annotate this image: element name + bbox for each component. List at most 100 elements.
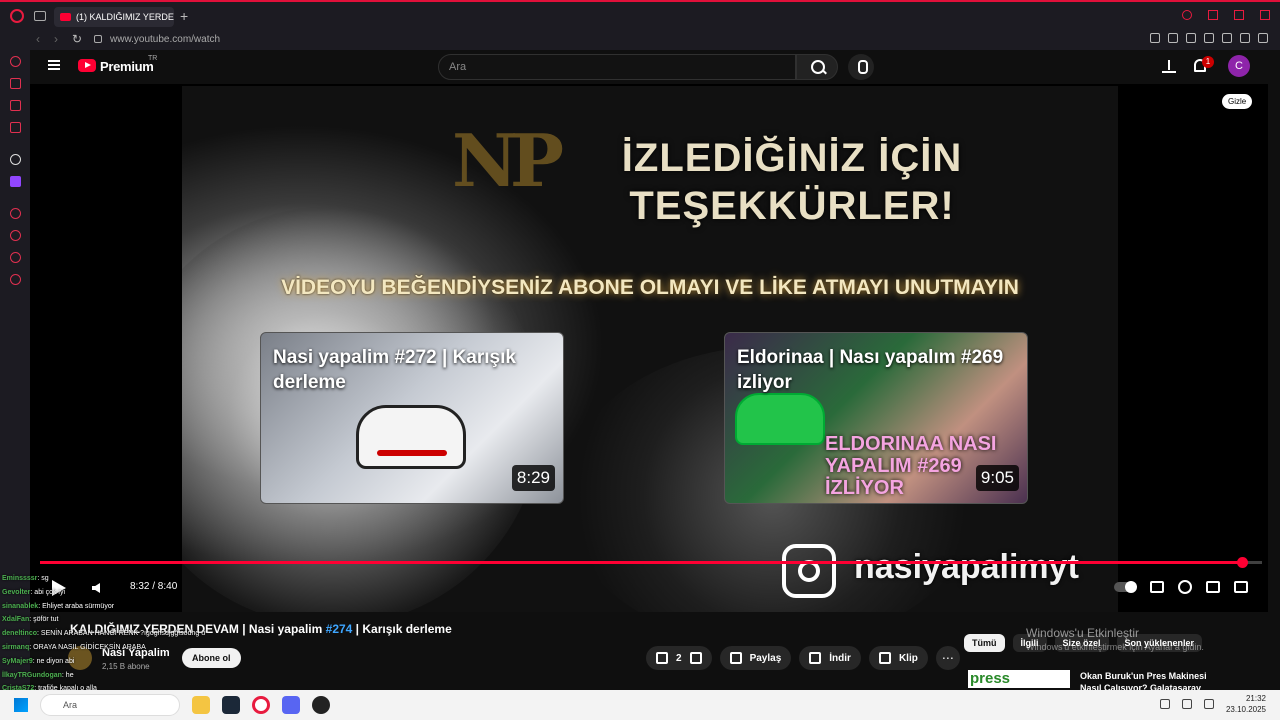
- network-icon[interactable]: [1181, 699, 1192, 709]
- video-player[interactable]: NP İZLEDİĞİNİZ İÇİN TEŞEKKÜRLER! VİDEOYU…: [30, 84, 1268, 612]
- chat-message: İlkayTRGundogan: he: [2, 669, 282, 683]
- voice-search-button[interactable]: [848, 54, 874, 80]
- stream-chat-overlay: Eminssssr: sg Gevolter: abi çok iyi sinana…: [2, 572, 282, 696]
- clip-button[interactable]: Klip: [868, 646, 928, 670]
- workspace-icon[interactable]: [34, 11, 46, 21]
- chat-text: : sg: [37, 575, 49, 582]
- autoplay-toggle[interactable]: [1114, 581, 1137, 593]
- hide-endcards-button[interactable]: Gizle: [1222, 94, 1253, 109]
- heart-icon[interactable]: [1222, 33, 1232, 43]
- thumbnail-text: press makinesi: [970, 670, 1011, 687]
- chip-all[interactable]: Tümü: [964, 634, 1005, 652]
- lock-icon: [94, 35, 102, 43]
- forward-button[interactable]: ›: [54, 32, 58, 46]
- download-button[interactable]: İndir: [799, 646, 861, 670]
- url-field[interactable]: www.youtube.com/watch: [110, 34, 220, 45]
- tab-search-icon[interactable]: [1182, 10, 1192, 20]
- clock[interactable]: 21:32 23.10.2025: [1226, 693, 1266, 715]
- video-frame[interactable]: NP İZLEDİĞİNİZ İÇİN TEŞEKKÜRLER! VİDEOYU…: [182, 86, 1118, 612]
- download-label: İndir: [829, 652, 851, 664]
- snapshot-icon[interactable]: [1168, 33, 1178, 43]
- extensions-icon[interactable]: [10, 252, 21, 263]
- brand-label[interactable]: Premium: [100, 59, 154, 74]
- progress-knob[interactable]: [1237, 557, 1249, 568]
- music-icon[interactable]: [10, 154, 21, 165]
- account-avatar[interactable]: C: [1228, 55, 1250, 77]
- chat-message: deneltinco: SENİN ARABAN HANGİ RENK ?ıgo…: [2, 627, 282, 641]
- chat-message: Eminssssr: sg: [2, 572, 282, 586]
- chat-message: sinanablek: Ehliyet araba sürmüyor: [2, 600, 282, 614]
- back-button[interactable]: ‹: [36, 32, 40, 46]
- progress-bar[interactable]: [40, 557, 1262, 568]
- opera-icon[interactable]: [252, 696, 270, 714]
- thumbs-up-icon: [656, 652, 668, 664]
- chat-text: : Ehliyet araba sürmüyor: [38, 602, 115, 610]
- chat-username: XdalFan: [2, 616, 30, 624]
- share-label: Paylaş: [749, 652, 782, 664]
- twitch-icon[interactable]: [10, 176, 21, 187]
- start-button-icon[interactable]: [14, 698, 28, 712]
- history-icon[interactable]: [10, 230, 21, 241]
- pin-icon[interactable]: [1150, 33, 1160, 43]
- thumbs-down-icon[interactable]: [689, 652, 702, 664]
- menu-icon[interactable]: [1258, 33, 1268, 43]
- endcard-video-2[interactable]: ELDORINAA NASI YAPALIM #269 İZLİYOR Eldo…: [724, 332, 1028, 504]
- settings-icon[interactable]: [10, 274, 21, 285]
- clock-time: 21:32: [1245, 694, 1266, 703]
- volume-tray-icon[interactable]: [1203, 699, 1214, 709]
- aria-icon[interactable]: [10, 56, 21, 67]
- fullscreen-icon[interactable]: [1234, 581, 1248, 593]
- thanks-text: İZLEDİĞİNİZ İÇİN TEŞEKKÜRLER!: [621, 136, 963, 228]
- subtitles-icon[interactable]: [1150, 581, 1164, 593]
- new-tab-button[interactable]: +: [180, 9, 188, 23]
- search-button[interactable]: [796, 54, 838, 80]
- player-sidebar-icon[interactable]: [10, 208, 21, 219]
- opera-logo-icon[interactable]: [10, 9, 24, 23]
- speed-dial-icon[interactable]: [10, 78, 21, 89]
- clock-date: 23.10.2025: [1225, 705, 1266, 714]
- minimize-button[interactable]: [1208, 10, 1218, 20]
- reload-button[interactable]: ↻: [72, 32, 82, 46]
- download-icon: [809, 652, 822, 664]
- vpn-icon[interactable]: [1186, 33, 1196, 43]
- system-tray: 21:32 23.10.2025: [1159, 693, 1266, 715]
- chat-username: sinanablek: [2, 602, 39, 610]
- more-actions-button[interactable]: ⋯: [935, 646, 960, 670]
- steam-icon[interactable]: [222, 696, 240, 714]
- youtube-logo-icon[interactable]: [78, 59, 96, 72]
- discord-icon[interactable]: [282, 696, 300, 714]
- notification-badge: 1: [1202, 56, 1214, 68]
- profile-icon[interactable]: [1240, 33, 1250, 43]
- player-icon[interactable]: [1204, 33, 1214, 43]
- progress-fill: [40, 561, 1243, 564]
- windows-activate-title: Windows'u Etkinleştir: [1026, 626, 1139, 640]
- search-input[interactable]: [439, 55, 795, 79]
- miniplayer-icon[interactable]: [1206, 581, 1220, 593]
- recommended-thumbnail[interactable]: press makinesi: [968, 670, 1070, 688]
- window-controls: [1182, 10, 1270, 20]
- menu-hamburger-icon[interactable]: [48, 60, 60, 70]
- instagram-icon[interactable]: [10, 122, 21, 133]
- chat-username: deneltinco: [2, 630, 38, 638]
- tab-youtube[interactable]: (1) KALDIĞIMIZ YERDEN D: [54, 7, 174, 27]
- scissors-icon: [878, 652, 891, 664]
- close-button[interactable]: [1260, 10, 1270, 20]
- tab-title: (1) KALDIĞIMIZ YERDEN D: [76, 12, 174, 22]
- address-bar-tools: [1150, 33, 1268, 43]
- messenger-icon[interactable]: [10, 100, 21, 111]
- like-button[interactable]: 2: [646, 646, 712, 670]
- maximize-button[interactable]: [1234, 10, 1244, 20]
- hashtag-link[interactable]: #274: [326, 622, 353, 636]
- endcard-title: Nasi yapalim #272 | Karışık derleme: [273, 347, 516, 393]
- chevron-up-icon[interactable]: [1159, 699, 1170, 709]
- upload-icon[interactable]: [1162, 58, 1176, 74]
- file-explorer-icon[interactable]: [192, 696, 210, 714]
- settings-gear-icon[interactable]: [1178, 580, 1192, 594]
- chat-username: İlkayTRGundogan: [2, 671, 62, 679]
- country-code: TR: [148, 55, 158, 62]
- taskbar-search[interactable]: Ara: [40, 694, 180, 716]
- share-button[interactable]: Paylaş: [719, 646, 792, 670]
- chat-text: : şöför tut: [29, 616, 59, 624]
- endcard-video-1[interactable]: Nasi yapalim #272 | Karışık derleme 8:29: [260, 332, 564, 504]
- app-icon[interactable]: [312, 696, 330, 714]
